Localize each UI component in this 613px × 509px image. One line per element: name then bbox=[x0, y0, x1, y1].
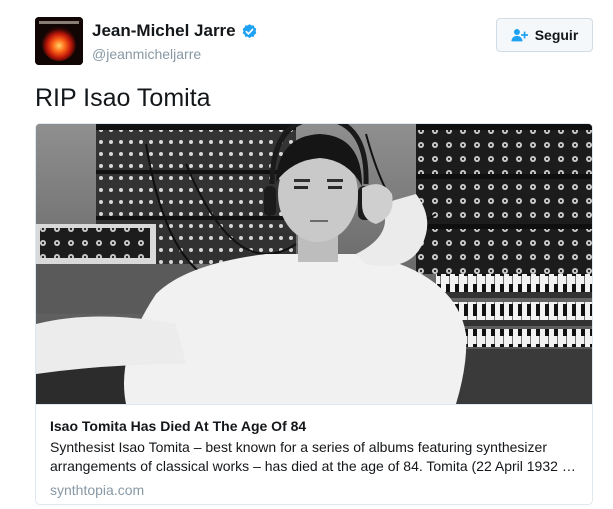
verified-badge-icon bbox=[242, 23, 256, 38]
card-domain[interactable]: synthtopia.com bbox=[50, 481, 144, 499]
follow-button-label: Seguir bbox=[534, 27, 579, 43]
card-body[interactable]: Isao Tomita Has Died At The Age Of 84 Sy… bbox=[36, 404, 592, 504]
author-handle[interactable]: @jeanmicheljarre bbox=[92, 45, 258, 63]
author-avatar[interactable] bbox=[35, 17, 83, 65]
add-user-icon bbox=[511, 29, 528, 42]
card-description: Synthesist Isao Tomita – best known for … bbox=[50, 439, 570, 474]
photo-isao-tomita-synthesizer-icon bbox=[36, 124, 592, 404]
tweet-text: RIP Isao Tomita bbox=[35, 84, 211, 112]
card-image[interactable] bbox=[36, 124, 592, 404]
author-name[interactable]: Jean-Michel Jarre bbox=[92, 20, 236, 42]
follow-button[interactable]: Seguir bbox=[496, 18, 593, 52]
card-title[interactable]: Isao Tomita Has Died At The Age Of 84 bbox=[50, 417, 306, 435]
author-info: Jean-Michel Jarre @jeanmicheljarre bbox=[92, 20, 258, 63]
album-cover-avatar-icon bbox=[35, 17, 83, 65]
link-card[interactable]: Isao Tomita Has Died At The Age Of 84 Sy… bbox=[35, 123, 593, 505]
author-name-row[interactable]: Jean-Michel Jarre bbox=[92, 20, 258, 42]
